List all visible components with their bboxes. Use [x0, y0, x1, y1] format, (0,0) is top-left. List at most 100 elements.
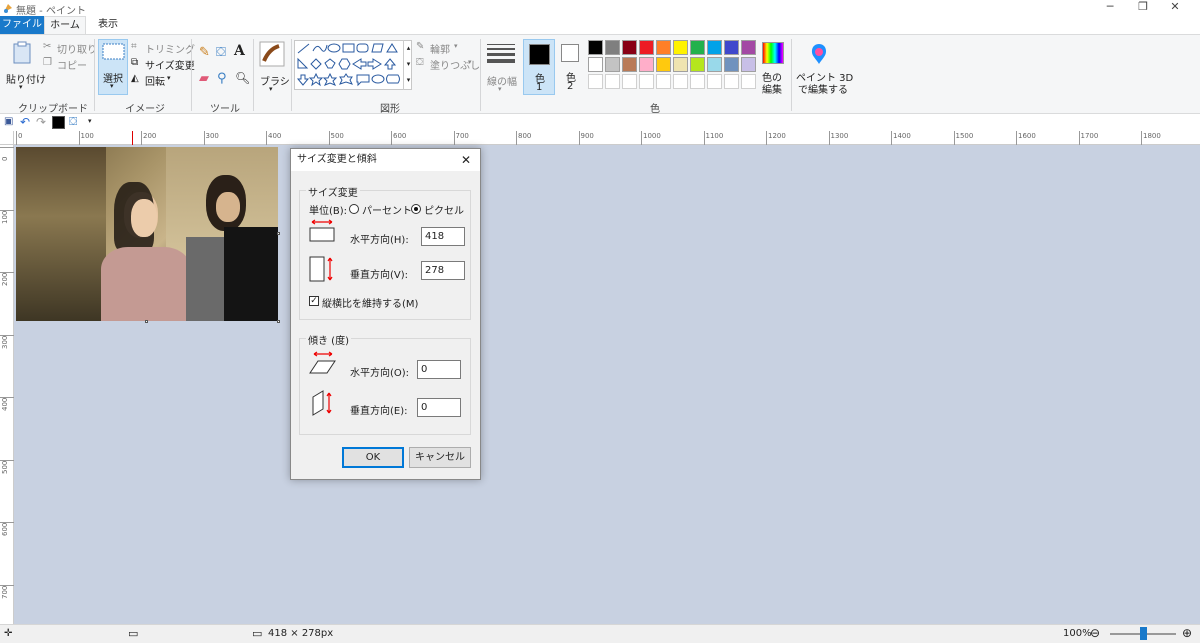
palette-swatch[interactable]: [639, 40, 654, 55]
undo-icon[interactable]: ↶: [20, 115, 30, 129]
keep-ratio-checkbox[interactable]: ✓: [309, 296, 319, 306]
palette-swatch[interactable]: [707, 57, 722, 72]
zoom-in-icon[interactable]: ⊕: [1182, 626, 1192, 640]
close-window-button[interactable]: ✕: [1160, 0, 1190, 16]
crop-button[interactable]: ⌗ トリミング: [131, 41, 195, 56]
customize-qat-icon[interactable]: ▾: [88, 117, 92, 125]
magnifier-icon[interactable]: 🔍︎: [235, 71, 250, 85]
skew-horizontal-input[interactable]: 0: [417, 360, 461, 379]
palette-swatch[interactable]: [588, 57, 603, 72]
vertical-input[interactable]: 278: [421, 261, 465, 280]
eraser-icon[interactable]: ▰: [199, 71, 209, 86]
palette-swatch[interactable]: [622, 57, 637, 72]
fill-bucket-icon[interactable]: ⛋: [216, 45, 226, 60]
ruler-tick-label: 200: [1, 272, 9, 286]
dialog-close-icon[interactable]: ✕: [461, 153, 471, 167]
palette-swatch[interactable]: [690, 40, 705, 55]
palette-swatch[interactable]: [656, 74, 671, 89]
ruler-tick-label: 300: [1, 335, 9, 349]
paste-label: 貼り付け: [6, 75, 46, 86]
brushes-button[interactable]: ブラシ ▾: [256, 39, 290, 95]
zoom-out-icon[interactable]: ⊖: [1090, 626, 1100, 640]
resize-handle-corner[interactable]: [277, 320, 280, 323]
resize-button[interactable]: ⧉ サイズ変更: [131, 57, 195, 72]
cut-button[interactable]: ✂ 切り取り: [43, 41, 97, 56]
save-icon[interactable]: ▣: [4, 116, 13, 127]
ok-button[interactable]: OK: [342, 447, 404, 468]
ruler-tick-line: [203, 131, 205, 145]
palette-swatch[interactable]: [605, 74, 620, 89]
palette-swatch[interactable]: [690, 74, 705, 89]
palette-swatch[interactable]: [639, 57, 654, 72]
image-size-icon: ▭: [252, 627, 263, 640]
redo-icon[interactable]: ↷: [36, 115, 46, 129]
paste-button[interactable]: 貼り付け ▾: [4, 39, 46, 93]
minimize-button[interactable]: ─: [1095, 0, 1125, 16]
chevron-down-icon: ▾: [110, 82, 114, 90]
size-button[interactable]: 線の幅 ▾: [484, 39, 518, 95]
clipboard-icon: [13, 41, 31, 64]
ruler-tick-line: [953, 131, 955, 145]
palette-swatch[interactable]: [673, 40, 688, 55]
palette-swatch[interactable]: [605, 40, 620, 55]
fill-bucket-icon[interactable]: ⛋: [69, 115, 77, 129]
palette-swatch[interactable]: [741, 74, 756, 89]
horizontal-input[interactable]: 418: [421, 227, 465, 246]
paint3d-label-2: で編集する: [798, 85, 848, 96]
palette-swatch[interactable]: [622, 74, 637, 89]
palette-swatch[interactable]: [690, 57, 705, 72]
resize-icon: ⧉: [131, 57, 139, 68]
ruler-tick-label: 600: [393, 132, 407, 140]
palette-swatch[interactable]: [724, 74, 739, 89]
cancel-button[interactable]: キャンセル: [409, 447, 471, 468]
palette-swatch[interactable]: [741, 40, 756, 55]
image-sweater: [101, 247, 191, 321]
color-swatch-icon[interactable]: [52, 116, 65, 129]
palette-swatch[interactable]: [673, 57, 688, 72]
palette-swatch[interactable]: [656, 57, 671, 72]
palette-swatch[interactable]: [724, 40, 739, 55]
palette-swatch[interactable]: [673, 74, 688, 89]
fill-button[interactable]: ⛋ 塗りつぶし ▾: [416, 57, 480, 72]
resize-handle-bottom[interactable]: [145, 320, 148, 323]
resize-handle-right[interactable]: [277, 232, 280, 235]
palette-swatch[interactable]: [741, 57, 756, 72]
tab-file[interactable]: ファイル: [0, 16, 44, 34]
edit-colors-button[interactable]: 色の 編集: [759, 39, 787, 96]
pixel-radio[interactable]: [411, 204, 421, 214]
palette-swatch[interactable]: [588, 74, 603, 89]
chevron-down-icon: ▾: [468, 58, 472, 66]
palette-swatch[interactable]: [588, 40, 603, 55]
ruler-tick-line: [266, 131, 267, 145]
select-button[interactable]: 選択 ▾: [98, 39, 128, 95]
horizontal-skew-icon: [309, 351, 336, 374]
palette-swatch[interactable]: [707, 74, 722, 89]
pencil-icon[interactable]: ✎: [199, 45, 210, 60]
color2-button[interactable]: 色 2: [558, 39, 582, 95]
ruler-tick-label: 0: [1, 156, 9, 161]
palette-swatch[interactable]: [707, 40, 722, 55]
palette-swatch[interactable]: [639, 74, 654, 89]
shapes-scroll[interactable]: ▴ ▾ ▾: [403, 40, 413, 90]
zoom-slider-thumb[interactable]: [1140, 627, 1147, 640]
resize-group-title: サイズ変更: [306, 184, 360, 199]
rotate-button[interactable]: ◭ 回転 ▾: [131, 73, 177, 88]
palette-swatch[interactable]: [622, 40, 637, 55]
tab-home[interactable]: ホーム: [44, 16, 86, 34]
paint3d-button[interactable]: ペイント 3D で編集する: [794, 39, 853, 96]
percent-radio[interactable]: [349, 204, 359, 214]
color1-button[interactable]: 色 1: [523, 39, 555, 95]
palette-swatch[interactable]: [605, 57, 620, 72]
text-tool-icon[interactable]: A: [234, 43, 245, 59]
copy-button[interactable]: ❐ コピー: [43, 57, 93, 72]
skew-vertical-input[interactable]: 0: [417, 398, 461, 417]
outline-button[interactable]: ✎ 輪郭 ▾: [416, 41, 464, 56]
palette-swatch[interactable]: [656, 40, 671, 55]
color-picker-icon[interactable]: ⚲: [217, 71, 227, 86]
tab-view[interactable]: 表示: [88, 16, 128, 34]
canvas-image[interactable]: [16, 147, 278, 321]
shapes-gallery[interactable]: [294, 40, 412, 90]
ribbon: 貼り付け ▾ ✂ 切り取り ❐ コピー クリップボード 選択 ▾ ⌗ トリミング…: [0, 34, 1200, 115]
palette-swatch[interactable]: [724, 57, 739, 72]
restore-button[interactable]: ❐: [1128, 0, 1158, 16]
